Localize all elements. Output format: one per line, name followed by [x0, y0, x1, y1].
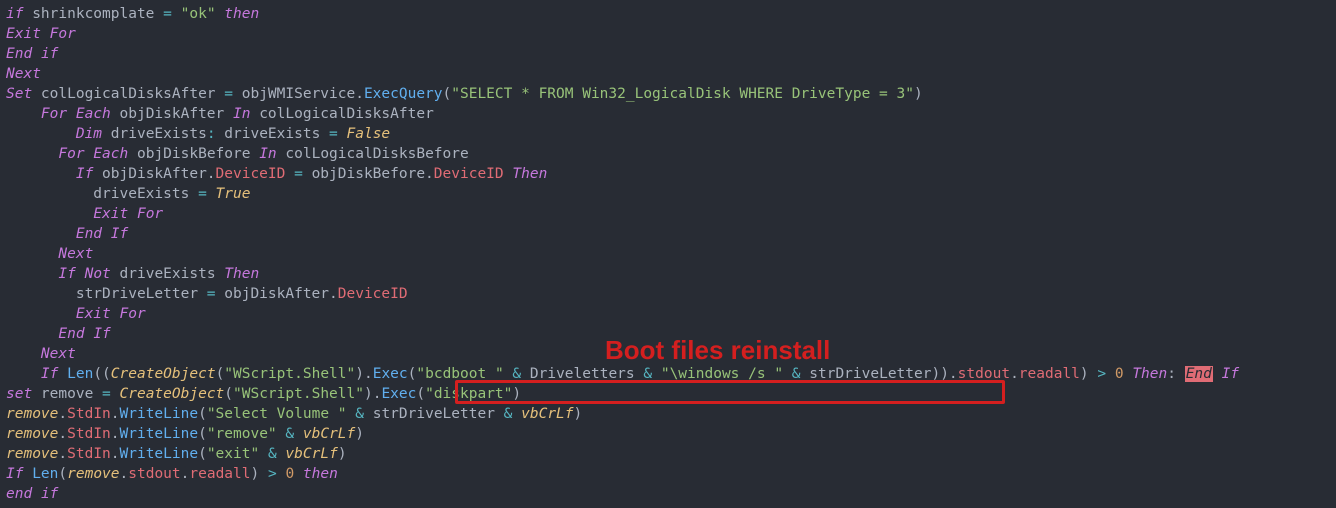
code-line: remove.StdIn.WriteLine("exit" & vbCrLf): [6, 446, 347, 462]
code-line: Exit For: [6, 306, 146, 322]
code-line: Exit For: [6, 26, 76, 42]
code-line: If objDiskAfter.DeviceID = objDiskBefore…: [6, 166, 547, 182]
code-line: If Not driveExists Then: [6, 266, 259, 282]
code-line: End if: [6, 46, 58, 62]
code-line: set remove = CreateObject("WScript.Shell…: [6, 386, 521, 402]
code-line: End If: [6, 226, 128, 242]
code-line: remove.StdIn.WriteLine("Select Volume " …: [6, 406, 582, 422]
code-line: driveExists = True: [6, 186, 250, 202]
code-line: If Len(remove.stdout.readall) > 0 then: [6, 466, 338, 482]
code-block: if shrinkcomplate = "ok" then Exit For E…: [0, 0, 1336, 504]
code-line: remove.StdIn.WriteLine("remove" & vbCrLf…: [6, 426, 364, 442]
code-line: if shrinkcomplate = "ok" then: [6, 6, 259, 22]
code-line: Exit For: [6, 206, 163, 222]
code-line: Dim driveExists: driveExists = False: [6, 126, 390, 142]
code-line: For Each objDiskAfter In colLogicalDisks…: [6, 106, 434, 122]
code-line: End If: [6, 326, 111, 342]
code-line: Next: [6, 66, 41, 82]
code-line: If Len((CreateObject("WScript.Shell").Ex…: [6, 366, 1239, 382]
code-line: Set colLogicalDisksAfter = objWMIService…: [6, 86, 923, 102]
code-line: strDriveLetter = objDiskAfter.DeviceID: [6, 286, 408, 302]
code-line: end if: [6, 486, 58, 502]
code-line: Next: [6, 246, 93, 262]
code-line: Next: [6, 346, 76, 362]
code-line: For Each objDiskBefore In colLogicalDisk…: [6, 146, 469, 162]
